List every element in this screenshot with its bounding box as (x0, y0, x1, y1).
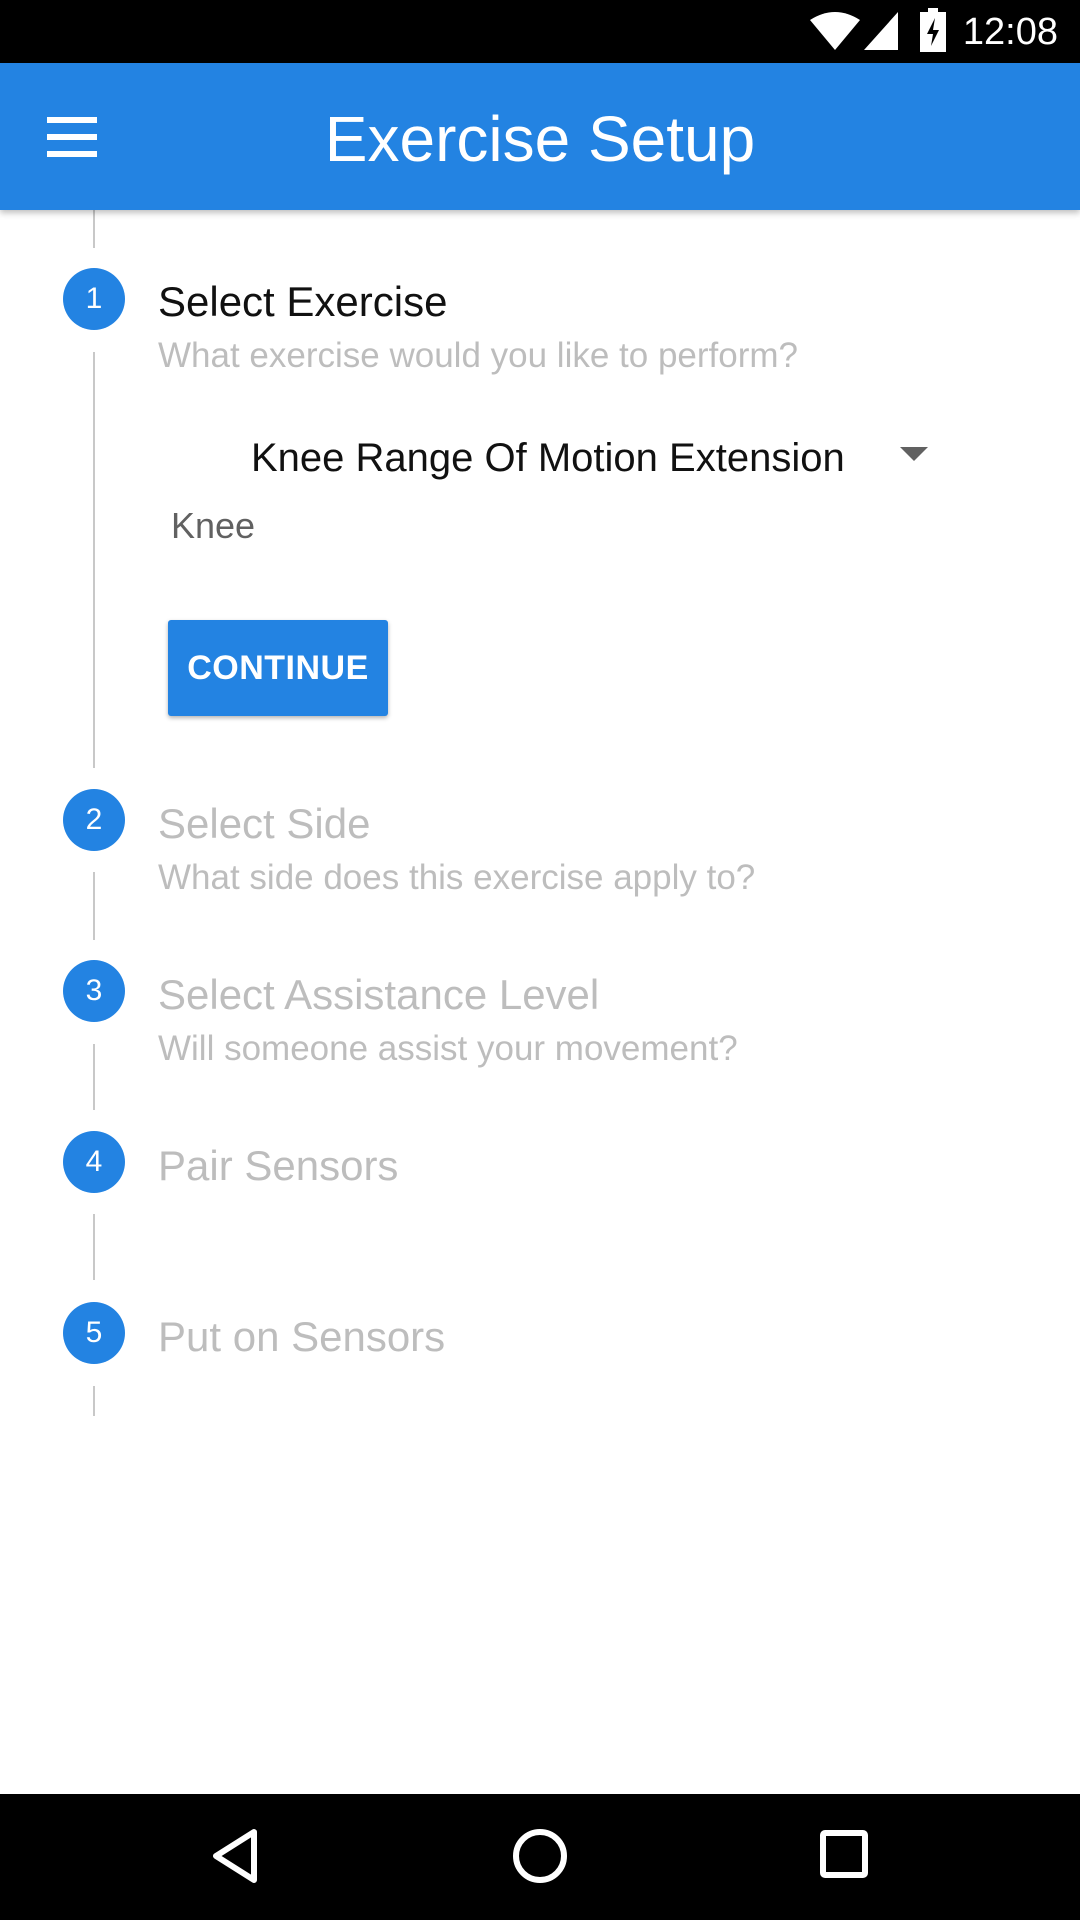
wifi-icon (810, 12, 860, 50)
step-number-badge: 1 (63, 268, 125, 330)
page-title: Exercise Setup (324, 103, 756, 175)
step-number-badge: 5 (63, 1302, 125, 1364)
step-connector (93, 1044, 95, 1110)
back-triangle-icon[interactable] (210, 1828, 260, 1884)
step-title: Select Exercise (158, 278, 448, 325)
battery-charging-icon (920, 8, 946, 52)
app-bar: Exercise Setup (0, 63, 1080, 210)
step-subtitle: What side does this exercise apply to? (158, 858, 756, 897)
step-connector (93, 352, 95, 768)
continue-button[interactable]: CONTINUE (168, 620, 388, 716)
dropdown-arrow-icon (900, 447, 928, 461)
step-number-badge: 3 (63, 960, 125, 1022)
step-connector (93, 1214, 95, 1280)
step-connector (93, 210, 95, 248)
status-bar: 12:08 (0, 0, 1080, 63)
exercise-select-value: Knee Range Of Motion Extension (251, 436, 845, 480)
exercise-select[interactable]: Knee Range Of Motion Extension (230, 425, 950, 495)
step-connector (93, 1386, 95, 1416)
step-title: Pair Sensors (158, 1142, 399, 1189)
step-subtitle: What exercise would you like to perform? (158, 336, 798, 375)
step-title: Put on Sensors (158, 1313, 446, 1360)
step-title: Select Side (158, 800, 371, 847)
home-circle-icon[interactable] (510, 1826, 570, 1886)
step-subtitle: Will someone assist your movement? (158, 1029, 738, 1068)
step-title: Select Assistance Level (158, 971, 600, 1018)
step-connector (93, 872, 95, 940)
step-number-badge: 2 (63, 789, 125, 851)
cell-signal-icon (864, 12, 898, 50)
recents-square-icon[interactable] (818, 1828, 870, 1880)
status-time: 12:08 (962, 11, 1058, 53)
step-number-badge: 4 (63, 1131, 125, 1193)
body-part-label: Knee (171, 505, 256, 546)
navigation-bar (0, 1794, 1080, 1920)
